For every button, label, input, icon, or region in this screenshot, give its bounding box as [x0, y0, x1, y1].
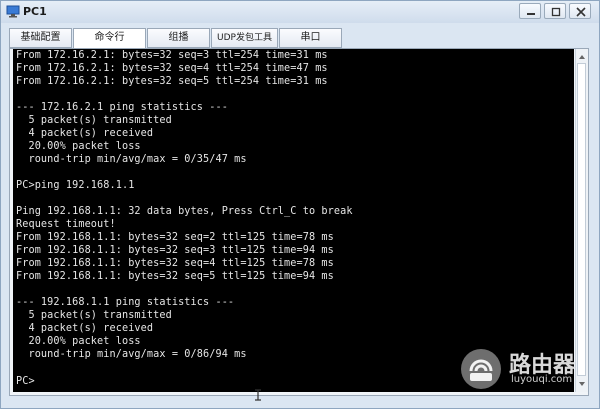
terminal-line: PC>ping 192.168.1.1 — [16, 180, 135, 191]
app-icon — [6, 5, 20, 18]
terminal-line: From 172.16.2.1: bytes=32 seq=5 ttl=254 … — [16, 76, 328, 87]
terminal-line: 5 packet(s) transmitted — [16, 310, 172, 321]
watermark: 路由器 luyouqi.com — [461, 347, 591, 391]
vertical-scrollbar[interactable] — [575, 49, 588, 392]
terminal-line: 4 packet(s) received — [16, 128, 154, 139]
terminal-line: 5 packet(s) transmitted — [16, 115, 172, 126]
window-title: PC1 — [23, 5, 47, 18]
terminal-line: Request timeout! — [16, 219, 116, 230]
terminal-line: Ping 192.168.1.1: 32 data bytes, Press C… — [16, 206, 353, 217]
tab-command-line[interactable]: 命令行 — [73, 28, 146, 49]
terminal-line: From 192.168.1.1: bytes=32 seq=5 ttl=125… — [16, 271, 334, 282]
terminal-line: From 172.16.2.1: bytes=32 seq=3 ttl=254 … — [16, 50, 328, 61]
maximize-icon — [551, 7, 561, 17]
terminal-line: From 172.16.2.1: bytes=32 seq=4 ttl=254 … — [16, 63, 328, 74]
terminal-line: 20.00% packet loss — [16, 141, 141, 152]
tab-basic-config[interactable]: 基础配置 — [9, 28, 72, 48]
terminal-line: 20.00% packet loss — [16, 336, 141, 347]
scrollbar-thumb[interactable] — [577, 63, 586, 376]
tab-udp-tool[interactable]: UDP发包工具 — [211, 28, 278, 48]
terminal-prompt[interactable]: PC> — [16, 376, 35, 389]
terminal-line: From 192.168.1.1: bytes=32 seq=4 ttl=125… — [16, 258, 334, 269]
tab-multicast[interactable]: 组播 — [147, 28, 210, 48]
terminal-line: --- 172.16.2.1 ping statistics --- — [16, 102, 228, 113]
minimize-icon — [527, 13, 535, 15]
router-logo-icon — [461, 349, 501, 389]
close-icon — [576, 7, 586, 17]
close-button[interactable] — [569, 3, 591, 19]
text-cursor-icon — [255, 389, 261, 401]
terminal-line: --- 192.168.1.1 ping statistics --- — [16, 297, 235, 308]
terminal-line: 4 packet(s) received — [16, 323, 154, 334]
terminal-line: From 192.168.1.1: bytes=32 seq=3 ttl=125… — [16, 245, 334, 256]
app-window: PC1 基础配置 命令行 组播 UDP发包工具 串口 From 172.16.2… — [0, 0, 600, 409]
terminal-line: From 192.168.1.1: bytes=32 seq=2 ttl=125… — [16, 232, 334, 243]
scroll-up-icon[interactable] — [576, 51, 588, 63]
maximize-button[interactable] — [544, 3, 566, 19]
terminal-line: round-trip min/avg/max = 0/35/47 ms — [16, 154, 247, 165]
watermark-url: luyouqi.com — [511, 374, 573, 385]
title-bar[interactable]: PC1 — [1, 1, 599, 23]
command-terminal[interactable]: From 172.16.2.1: bytes=32 seq=3 ttl=254 … — [13, 49, 574, 392]
minimize-button[interactable] — [519, 3, 541, 19]
tab-serial-port[interactable]: 串口 — [279, 28, 342, 48]
terminal-line: round-trip min/avg/max = 0/86/94 ms — [16, 349, 247, 360]
